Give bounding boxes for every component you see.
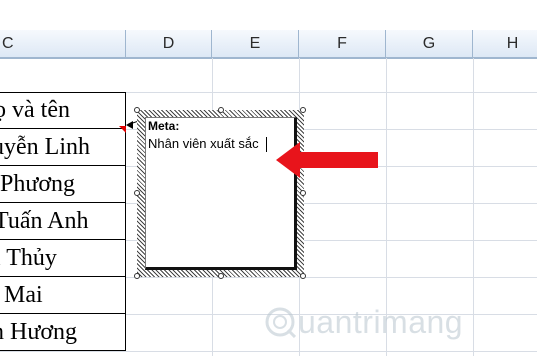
column-header-c[interactable]: C [0, 30, 126, 58]
cell-text: Tuấn Anh [0, 207, 89, 234]
column-header-g[interactable]: G [386, 30, 473, 58]
cell-c[interactable]: Tuấn Anh [0, 203, 126, 240]
cell-c[interactable]: uyễn Linh [0, 129, 126, 166]
comment-indicator[interactable] [119, 126, 126, 133]
cell-c[interactable]: ị Thủy [0, 240, 126, 277]
cell-c-header[interactable]: ọ và tên [0, 92, 126, 129]
cell-text: Mai [4, 281, 43, 308]
comment-text[interactable]: Nhân viên xuất sắc [148, 136, 259, 151]
comment-connector-arrow-icon [126, 121, 133, 129]
cell-text: n Hương [0, 318, 78, 345]
red-arrow-icon [276, 142, 378, 178]
resize-handle[interactable] [134, 190, 140, 196]
spreadsheet: C D E F G H ọ và tên uyễn Linh Phương Tu… [0, 0, 537, 356]
cell-c[interactable]: Mai [0, 277, 126, 314]
resize-handle[interactable] [218, 273, 224, 279]
cell-text: ị Thủy [0, 244, 57, 271]
watermark-text: uantrimang [298, 304, 464, 340]
quantrimang-logo-icon [265, 307, 296, 338]
resize-handle[interactable] [134, 107, 140, 113]
watermark: uantrimang [262, 298, 532, 350]
resize-handle[interactable] [218, 107, 224, 113]
resize-handle[interactable] [300, 273, 306, 279]
comment-author: Meta: [148, 119, 180, 133]
resize-handle[interactable] [300, 107, 306, 113]
column-header-f[interactable]: F [299, 30, 386, 58]
grid-line [0, 351, 537, 352]
resize-handle[interactable] [134, 273, 140, 279]
cell-text: Phương [0, 170, 76, 197]
column-header-d[interactable]: D [126, 30, 212, 58]
column-header-h[interactable]: H [473, 30, 537, 58]
resize-handle[interactable] [300, 190, 306, 196]
cell-text: uyễn Linh [0, 133, 90, 160]
column-header-e[interactable]: E [212, 30, 299, 58]
text-caret [266, 137, 267, 152]
cell-c[interactable]: n Hương [0, 314, 126, 351]
cell-text: ọ và tên [0, 97, 70, 123]
cell-c[interactable]: Phương [0, 166, 126, 203]
